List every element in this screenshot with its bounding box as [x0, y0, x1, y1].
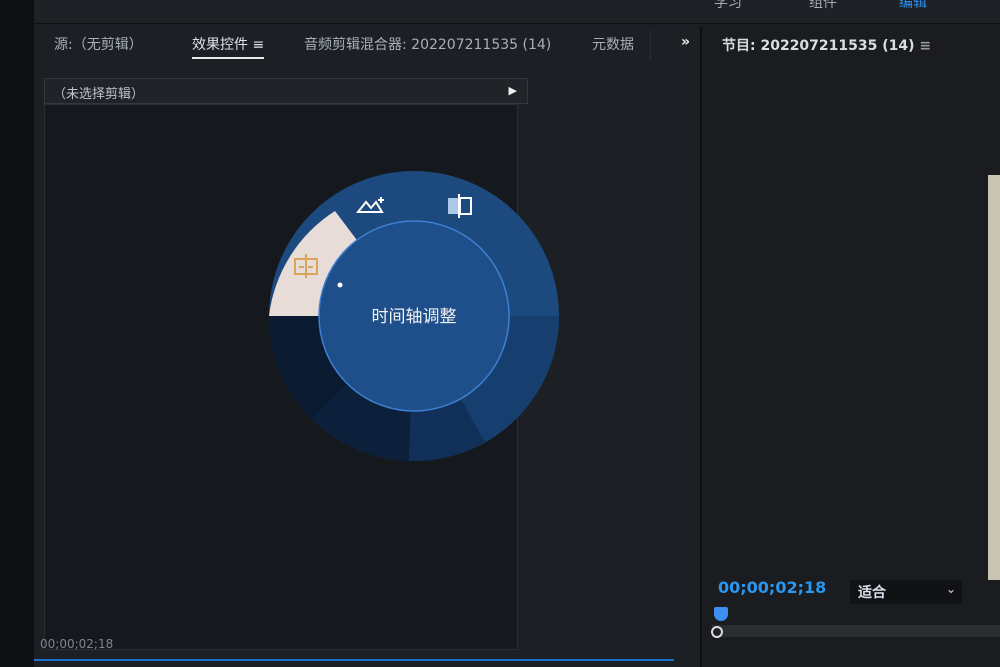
workspace-learn[interactable]: 学习: [714, 0, 742, 12]
tab-divider: [650, 30, 651, 60]
dial-center-label: 时间轴调整: [372, 307, 457, 327]
zoom-level-select[interactable]: 适合 ⌄: [850, 580, 962, 604]
workspace-assembly[interactable]: 组件: [809, 0, 837, 12]
dial-indicator-dot: [337, 282, 343, 288]
video-preview: [988, 175, 1000, 580]
tab-effect-controls[interactable]: 效果控件 ≡: [192, 34, 265, 59]
source-timecode: 00;00;02;18: [40, 637, 114, 651]
tab-source[interactable]: 源:（无剪辑）: [54, 34, 143, 54]
chevron-down-icon: ⌄: [945, 582, 956, 596]
timeline-panel-edge: [34, 659, 674, 667]
play-triangle-icon[interactable]: ▶: [509, 84, 517, 97]
program-time-ruler[interactable]: [712, 625, 1000, 637]
no-clip-label: （未选择剪辑）: [53, 87, 145, 102]
workspace-edit[interactable]: 编辑: [899, 0, 927, 12]
playhead-marker[interactable]: [711, 626, 723, 638]
tab-label: 效果控件: [192, 37, 248, 53]
program-timecode[interactable]: 00;00;02;18: [718, 578, 826, 597]
double-chevron-right-icon[interactable]: »: [681, 34, 690, 50]
zoom-value: 适合: [858, 585, 886, 601]
program-title-text: 节目: 202207211535 (14): [722, 38, 915, 54]
playhead-handle[interactable]: [714, 607, 728, 621]
hamburger-icon[interactable]: ≡: [252, 37, 264, 53]
program-monitor: [700, 26, 1000, 667]
program-title[interactable]: 节目: 202207211535 (14) ≡: [722, 35, 931, 55]
workspace-bar: 学习 组件 编辑: [34, 0, 1000, 24]
radial-dial: 时间轴调整: [269, 171, 559, 462]
hamburger-icon[interactable]: ≡: [919, 38, 931, 54]
clip-header: （未选择剪辑） ▶: [44, 78, 528, 104]
tab-metadata[interactable]: 元数据: [592, 34, 634, 54]
tab-audio-clip-mixer[interactable]: 音频剪辑混合器: 202207211535 (14): [304, 34, 551, 54]
screen-bezel: [0, 0, 34, 667]
